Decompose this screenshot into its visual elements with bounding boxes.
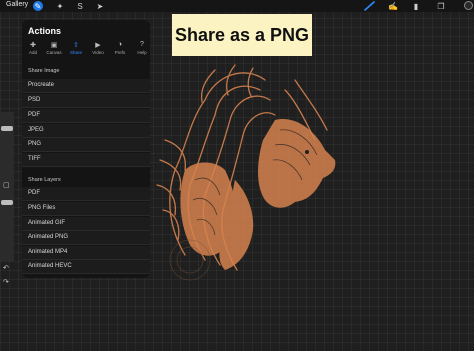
help-icon: ?	[140, 41, 144, 48]
prefs-icon: ◑	[117, 41, 123, 48]
tab-add[interactable]: ✚ Add	[22, 40, 44, 60]
brush-size-handle[interactable]	[1, 126, 13, 131]
brush-icon[interactable]	[364, 1, 376, 11]
opacity-handle[interactable]	[1, 200, 13, 205]
share-layers-png-files[interactable]: PNG Files	[22, 202, 150, 216]
share-image-psd[interactable]: PSD	[22, 94, 150, 108]
modify-button[interactable]: ▢	[3, 181, 10, 189]
eraser-icon[interactable]: ▮	[411, 1, 421, 11]
share-image-jpeg[interactable]: JPEG	[22, 124, 150, 138]
share-layers-animated-gif[interactable]: Animated GIF	[22, 217, 150, 231]
tab-label: Share	[69, 50, 82, 55]
share-image-heading: Share Image	[28, 68, 60, 74]
tab-canvas[interactable]: ▣ Canvas	[43, 40, 65, 60]
share-layers-pdf[interactable]: PDF	[22, 187, 150, 201]
share-layers-heading: Share Layers	[28, 177, 61, 183]
tab-label: Canvas	[46, 50, 62, 55]
share-icon: ⇧	[73, 41, 79, 49]
undo-icon[interactable]: ↶	[3, 264, 9, 272]
tab-prefs[interactable]: ◑ Prefs	[109, 40, 131, 60]
add-icon: ✚	[30, 41, 36, 49]
redo-icon[interactable]: ↷	[3, 278, 9, 286]
tab-label: Prefs	[114, 50, 126, 55]
panel-title: Actions	[28, 26, 62, 36]
layers-icon[interactable]: ❐	[436, 1, 446, 11]
top-toolbar: Gallery ✎ ✦ S ➤ ✍ ▮ ❐	[0, 0, 474, 12]
share-image-png[interactable]: PNG	[22, 138, 150, 152]
video-icon: ▶	[95, 41, 101, 49]
tab-label: Add	[28, 50, 37, 55]
wrench-icon[interactable]: ✎	[33, 1, 43, 11]
tab-label: Video	[92, 50, 104, 55]
actions-panel: Actions ✚ Add ▣ Canvas ⇧ Share ▶ Video ◑…	[22, 20, 150, 278]
tab-share[interactable]: ⇧ Share	[65, 40, 87, 60]
share-image-pdf[interactable]: PDF	[22, 109, 150, 123]
canvas-icon: ▣	[50, 41, 58, 49]
share-layers-animated-hevc[interactable]: Animated HEVC	[22, 260, 150, 274]
share-layers-animated-png[interactable]: Animated PNG	[22, 231, 150, 245]
tab-label: Help	[137, 50, 147, 55]
share-layers-animated-mp4[interactable]: Animated MP4	[22, 246, 150, 260]
wand-icon[interactable]: ✦	[55, 1, 65, 11]
share-image-tiff[interactable]: TIFF	[22, 153, 150, 167]
share-as-png-banner: Share as a PNG	[172, 14, 312, 56]
opacity-slider[interactable]	[0, 197, 14, 261]
share-image-procreate[interactable]: Procreate	[22, 79, 150, 93]
selection-icon[interactable]: S	[75, 1, 85, 11]
color-icon[interactable]	[464, 1, 473, 10]
tab-help[interactable]: ? Help	[131, 40, 153, 60]
smudge-icon[interactable]: ✍	[388, 1, 398, 11]
transform-icon[interactable]: ➤	[95, 1, 105, 11]
lion-artwork	[156, 64, 336, 281]
gallery-button[interactable]: Gallery	[6, 1, 28, 8]
actions-tabs: ✚ Add ▣ Canvas ⇧ Share ▶ Video ◑ Prefs ?…	[22, 40, 150, 60]
tab-video[interactable]: ▶ Video	[87, 40, 109, 60]
